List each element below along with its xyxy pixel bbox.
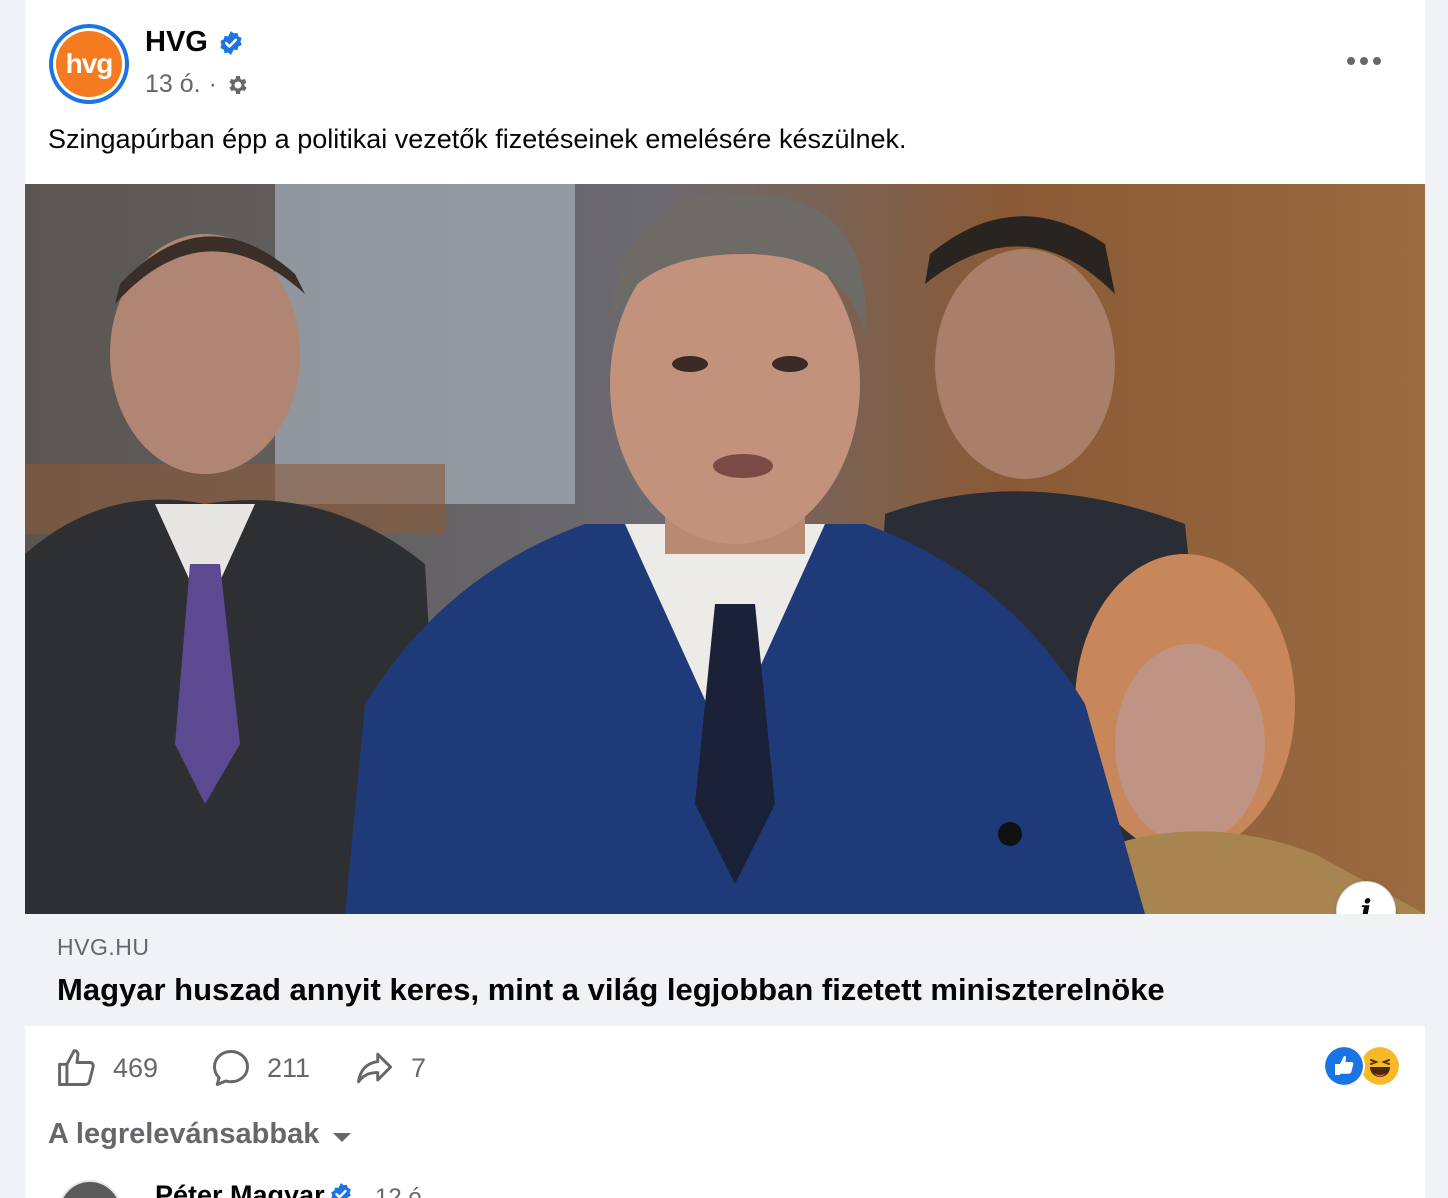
verified-badge-icon [331, 1183, 351, 1198]
link-title[interactable]: Magyar huszad annyit keres, mint a világ… [57, 972, 1165, 1008]
post-text: Szingapúrban épp a politikai vezetők fiz… [48, 124, 907, 154]
comment-author[interactable]: Péter Magyar [155, 1180, 325, 1198]
post-meta: 13 ó. · [145, 70, 249, 99]
comment-count: 211 [267, 1052, 311, 1083]
verified-badge-icon [220, 31, 242, 55]
reaction-summary[interactable] [1323, 1047, 1403, 1087]
caret-down-icon [333, 1133, 352, 1142]
like-button[interactable]: 469 [55, 1040, 158, 1096]
more-options-button[interactable] [1339, 46, 1389, 76]
link-preview-box[interactable]: HVG.HU Magyar huszad annyit keres, mint … [25, 914, 1425, 1026]
hvg-logo: hvg [56, 31, 122, 97]
comment-sort-dropdown[interactable]: A legrelevánsabbak [48, 1118, 352, 1151]
link-preview-image[interactable] [25, 184, 1425, 914]
haha-icon [1361, 1047, 1399, 1085]
comment-icon [213, 1050, 249, 1086]
thumbs-up-icon [58, 1049, 95, 1086]
sort-label: A legrelevánsabbak [48, 1118, 320, 1150]
share-count: 7 [411, 1052, 427, 1083]
post-time[interactable]: 13 ó. [145, 70, 201, 99]
page-avatar[interactable]: hvg [49, 24, 129, 104]
photo-illustration [25, 184, 1425, 914]
dot-icon [1347, 57, 1355, 65]
post-card: hvg HVG 13 ó. · Szingapúrban épp a polit… [25, 0, 1425, 1198]
link-domain: HVG.HU [57, 934, 150, 960]
like-icon [1325, 1047, 1363, 1085]
share-arrow-icon [357, 1052, 393, 1084]
action-bar: 469 211 7 [25, 1040, 1425, 1096]
like-count: 469 [113, 1052, 159, 1083]
dot-icon [1360, 57, 1368, 65]
comment-button[interactable]: 211 [209, 1040, 310, 1096]
scrollbar[interactable] [1423, 0, 1425, 182]
comment-time[interactable]: 12 ó. [375, 1184, 428, 1198]
dot-icon [1373, 57, 1381, 65]
page-name[interactable]: HVG [145, 26, 208, 59]
gear-icon[interactable] [225, 73, 249, 97]
comment-avatar[interactable] [58, 1180, 122, 1198]
share-button[interactable]: 7 [353, 1040, 426, 1096]
meta-separator: · [208, 70, 217, 98]
